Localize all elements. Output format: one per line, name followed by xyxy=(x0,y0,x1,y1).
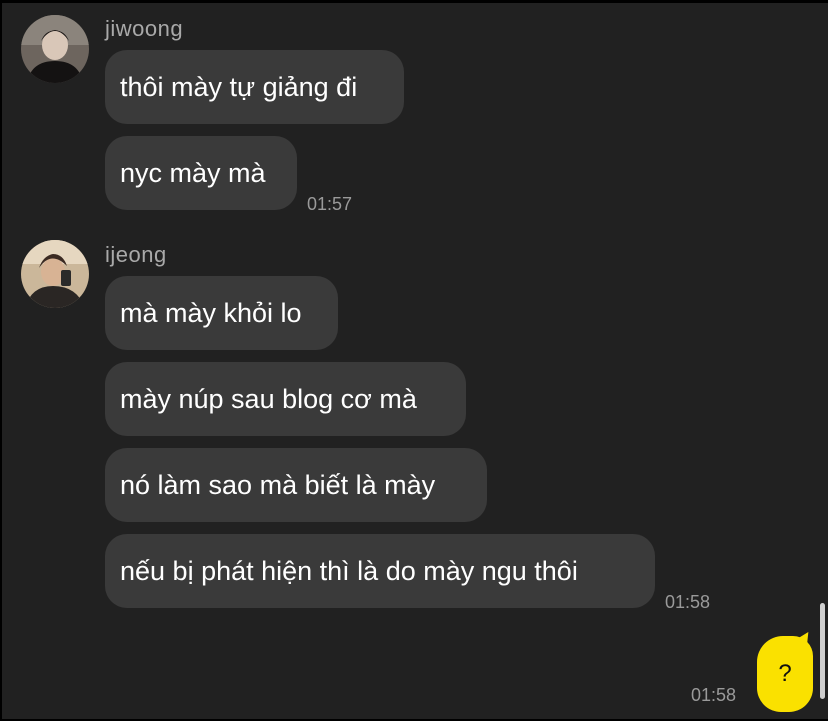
chat-screen: jiwoong thôi mày tự giảng đi nyc mày mà … xyxy=(0,0,828,721)
timestamp: 01:58 xyxy=(665,592,711,612)
timestamp: 01:58 xyxy=(691,685,737,705)
message-text: thôi mày tự giảng đi xyxy=(120,71,358,102)
avatar-ijeong-image xyxy=(21,240,89,308)
outgoing-message-bubble[interactable]: ? xyxy=(757,636,813,712)
sender-name: ijeong xyxy=(105,242,167,267)
message-bubble[interactable]: mày núp sau blog cơ mà xyxy=(105,362,466,436)
sender-name: jiwoong xyxy=(105,16,184,41)
scrollbar[interactable] xyxy=(820,603,825,699)
avatar-jiwoong-image xyxy=(21,15,89,83)
message-text: mày núp sau blog cơ mà xyxy=(120,383,417,414)
message-bubble[interactable]: thôi mày tự giảng đi xyxy=(105,50,404,124)
message-text: ? xyxy=(778,660,792,687)
avatar-ijeong[interactable] xyxy=(21,240,89,308)
message-text: nếu bị phát hiện thì là do mày ngu thôi xyxy=(120,555,578,586)
message-text: nyc mày mà xyxy=(120,157,266,188)
message-bubble[interactable]: nếu bị phát hiện thì là do mày ngu thôi xyxy=(105,534,655,608)
message-bubble[interactable]: mà mày khỏi lo xyxy=(105,276,338,350)
avatar-jiwoong[interactable] xyxy=(21,15,89,83)
message-text: nó làm sao mà biết là mày xyxy=(120,469,436,500)
message-bubble[interactable]: nó làm sao mà biết là mày xyxy=(105,448,487,522)
timestamp: 01:57 xyxy=(307,194,353,214)
message-text: mà mày khỏi lo xyxy=(120,297,302,328)
message-bubble[interactable]: nyc mày mà xyxy=(105,136,297,210)
